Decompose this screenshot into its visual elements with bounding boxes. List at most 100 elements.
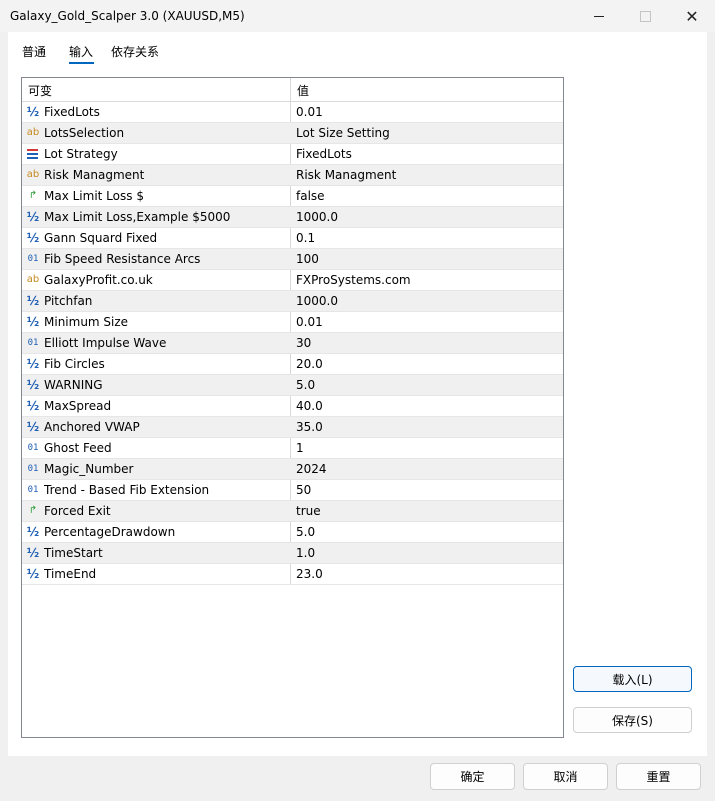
fraction-icon: ½	[26, 546, 40, 560]
row-variable-name: FixedLots	[44, 105, 100, 119]
fraction-icon: ½	[26, 315, 40, 329]
row-variable-name: Risk Managment	[44, 168, 145, 182]
fraction-icon: ½	[26, 420, 40, 434]
row-variable-name: Elliott Impulse Wave	[44, 336, 167, 350]
table-row[interactable]: ½ Anchored VWAP 35.0	[22, 417, 563, 438]
row-value[interactable]: 0.01	[296, 315, 323, 329]
minimize-icon	[594, 15, 604, 17]
row-variable-name: Lot Strategy	[44, 147, 118, 161]
table-header: 可变 值	[22, 78, 563, 102]
table-row[interactable]: ab Risk Managment Risk Managment	[22, 165, 563, 186]
row-variable-name: PercentageDrawdown	[44, 525, 176, 539]
table-row[interactable]: 01 Fib Speed Resistance Arcs 100	[22, 249, 563, 270]
row-value[interactable]: 20.0	[296, 357, 323, 371]
tab-general[interactable]: 普通	[22, 43, 46, 60]
row-variable-name: MaxSpread	[44, 399, 112, 413]
row-value[interactable]: Lot Size Setting	[296, 126, 390, 140]
ok-button[interactable]: 确定	[430, 763, 515, 790]
fraction-icon: ½	[26, 210, 40, 224]
row-value[interactable]: true	[296, 504, 321, 518]
table-row[interactable]: 01 Magic_Number 2024	[22, 459, 563, 480]
minimize-button[interactable]	[576, 0, 622, 32]
table-row[interactable]: ½ Gann Squard Fixed 0.1	[22, 228, 563, 249]
fraction-icon: ½	[26, 567, 40, 581]
table-row[interactable]: ½ WARNING 5.0	[22, 375, 563, 396]
column-header-value[interactable]: 值	[297, 82, 309, 99]
integer-type-icon: 01	[27, 443, 39, 453]
row-variable-name: Magic_Number	[44, 462, 134, 476]
row-value[interactable]: 40.0	[296, 399, 323, 413]
row-value[interactable]: 0.01	[296, 105, 323, 119]
integer-type-icon: 01	[27, 485, 39, 495]
window-title: Galaxy_Gold_Scalper 3.0 (XAUUSD,M5)	[10, 9, 245, 23]
load-button[interactable]: 载入(L)	[573, 666, 692, 692]
row-value[interactable]: 5.0	[296, 525, 315, 539]
tab-dependencies[interactable]: 依存关系	[111, 43, 159, 60]
table-row[interactable]: 01 Trend - Based Fib Extension 50	[22, 480, 563, 501]
row-variable-name: GalaxyProfit.co.uk	[44, 273, 153, 287]
inputs-table[interactable]: 可变 值 ½ FixedLots 0.01 ab LotsSelection Lot Si…	[21, 77, 564, 738]
table-row[interactable]: ½ Fib Circles 20.0	[22, 354, 563, 375]
row-variable-name: Max Limit Loss,Example $5000	[44, 210, 231, 224]
row-value[interactable]: 1000.0	[296, 210, 338, 224]
table-row[interactable]: ½ PercentageDrawdown 5.0	[22, 522, 563, 543]
table-row[interactable]: ½ Pitchfan 1000.0	[22, 291, 563, 312]
maximize-button[interactable]	[622, 0, 668, 32]
table-row[interactable]: ↱ Forced Exit true	[22, 501, 563, 522]
table-row[interactable]: 01 Elliott Impulse Wave 30	[22, 333, 563, 354]
fraction-icon: ½	[26, 357, 40, 371]
row-value[interactable]: 50	[296, 483, 311, 497]
row-value[interactable]: 100	[296, 252, 319, 266]
fraction-icon: ½	[26, 294, 40, 308]
reset-button[interactable]: 重置	[616, 763, 701, 790]
title-bar: Galaxy_Gold_Scalper 3.0 (XAUUSD,M5) ✕	[0, 0, 715, 32]
row-value[interactable]: 23.0	[296, 567, 323, 581]
row-variable-name: LotsSelection	[44, 126, 125, 140]
text-type-icon: ab	[26, 169, 40, 180]
row-variable-name: Max Limit Loss $	[44, 189, 144, 203]
row-variable-name: WARNING	[44, 378, 103, 392]
row-variable-name: Fib Speed Resistance Arcs	[44, 252, 201, 266]
table-row[interactable]: ↱ Max Limit Loss $ false	[22, 186, 563, 207]
fraction-icon: ½	[26, 105, 40, 119]
table-row[interactable]: ½ Max Limit Loss,Example $5000 1000.0	[22, 207, 563, 228]
row-value[interactable]: 1.0	[296, 546, 315, 560]
row-variable-name: Gann Squard Fixed	[44, 231, 158, 245]
save-button[interactable]: 保存(S)	[573, 707, 692, 733]
row-value[interactable]: FXProSystems.com	[296, 273, 411, 287]
fraction-icon: ½	[26, 378, 40, 392]
table-row[interactable]: ab GalaxyProfit.co.uk FXProSystems.com	[22, 270, 563, 291]
row-variable-name: Pitchfan	[44, 294, 93, 308]
table-row[interactable]: ab LotsSelection Lot Size Setting	[22, 123, 563, 144]
table-row[interactable]: Lot Strategy FixedLots	[22, 144, 563, 165]
table-row[interactable]: ½ TimeStart 1.0	[22, 543, 563, 564]
close-icon: ✕	[685, 6, 699, 26]
table-row[interactable]: ½ MaxSpread 40.0	[22, 396, 563, 417]
table-row[interactable]: ½ FixedLots 0.01	[22, 102, 563, 123]
row-value[interactable]: 1	[296, 441, 304, 455]
table-row[interactable]: ½ Minimum Size 0.01	[22, 312, 563, 333]
table-row[interactable]: ½ TimeEnd 23.0	[22, 564, 563, 585]
row-variable-name: Trend - Based Fib Extension	[44, 483, 210, 497]
row-variable-name: TimeEnd	[44, 567, 97, 581]
enum-list-icon	[26, 147, 38, 161]
row-value[interactable]: FixedLots	[296, 147, 352, 161]
row-value[interactable]: 35.0	[296, 420, 323, 434]
integer-type-icon: 01	[27, 338, 39, 348]
row-value[interactable]: 0.1	[296, 231, 315, 245]
row-value[interactable]: Risk Managment	[296, 168, 396, 182]
row-value[interactable]: 30	[296, 336, 311, 350]
tab-inputs[interactable]: 输入	[69, 43, 93, 60]
column-header-variable[interactable]: 可变	[28, 82, 52, 99]
table-row[interactable]: 01 Ghost Feed 1	[22, 438, 563, 459]
row-variable-name: Fib Circles	[44, 357, 105, 371]
cancel-button[interactable]: 取消	[523, 763, 608, 790]
text-type-icon: ab	[26, 274, 40, 285]
row-variable-name: Ghost Feed	[44, 441, 112, 455]
row-value[interactable]: false	[296, 189, 325, 203]
integer-type-icon: 01	[27, 254, 39, 264]
close-button[interactable]: ✕	[669, 0, 715, 32]
row-value[interactable]: 1000.0	[296, 294, 338, 308]
row-value[interactable]: 5.0	[296, 378, 315, 392]
row-value[interactable]: 2024	[296, 462, 327, 476]
